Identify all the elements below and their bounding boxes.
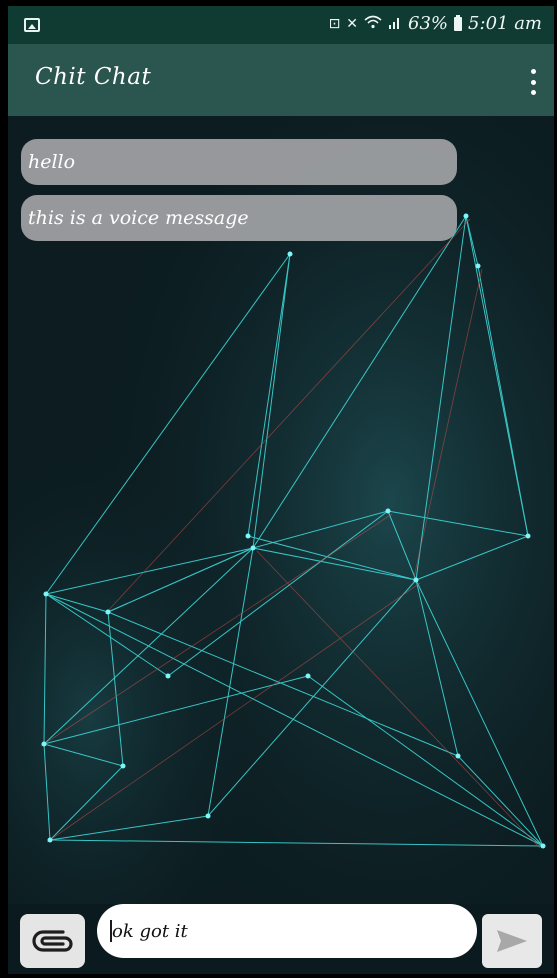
network-node [455,753,461,759]
send-icon [497,930,527,952]
battery-saver-icon: ⊡ [328,15,341,32]
network-node [305,673,311,679]
gallery-notification-icon [24,18,40,32]
paperclip-icon [31,930,73,952]
wifi-icon [364,15,382,33]
network-node [105,609,111,615]
attach-button[interactable] [20,914,85,968]
network-node [287,251,293,257]
network-node [525,533,531,539]
network-node [41,741,47,747]
network-node [205,813,211,819]
network-node [120,763,126,769]
send-button[interactable] [482,914,542,968]
status-right-cluster: ⊡ ✕ 63% 5:01 am [329,13,542,34]
app-title: Chit Chat [35,64,152,90]
app-bar: Chit Chat [8,44,554,116]
menu-dot [530,79,536,85]
menu-dot [530,69,536,74]
network-node [43,591,49,597]
clock: 5:01 am [468,13,542,34]
signal-icon [388,15,402,33]
chat-message-list[interactable]: hello this is a voice message [8,116,554,904]
network-node [475,263,481,269]
network-node [47,837,53,843]
menu-dot [530,90,536,95]
network-node [463,213,469,219]
network-node [413,577,419,583]
network-node [385,508,391,514]
network-node [245,533,251,539]
message-bubble[interactable]: this is a voice message [21,195,457,241]
network-node [250,545,256,551]
app-screen: ⊡ ✕ 63% 5:01 am Chit Chat hello this is … [8,6,554,974]
phone-frame: ⊡ ✕ 63% 5:01 am Chit Chat hello this is … [0,0,557,978]
network-node [540,843,546,849]
network-node [165,673,171,679]
composer-bar: ok got it [8,900,554,974]
mute-icon: ✕ [346,15,359,32]
battery-percent: 63% [408,13,449,34]
status-bar: ⊡ ✕ 63% 5:01 am [8,6,554,44]
message-bubble[interactable]: hello [21,139,457,185]
message-input-value: ok got it [112,920,188,942]
message-input[interactable]: ok got it [97,904,477,958]
battery-icon [454,14,463,31]
more-vert-icon[interactable] [528,69,538,95]
